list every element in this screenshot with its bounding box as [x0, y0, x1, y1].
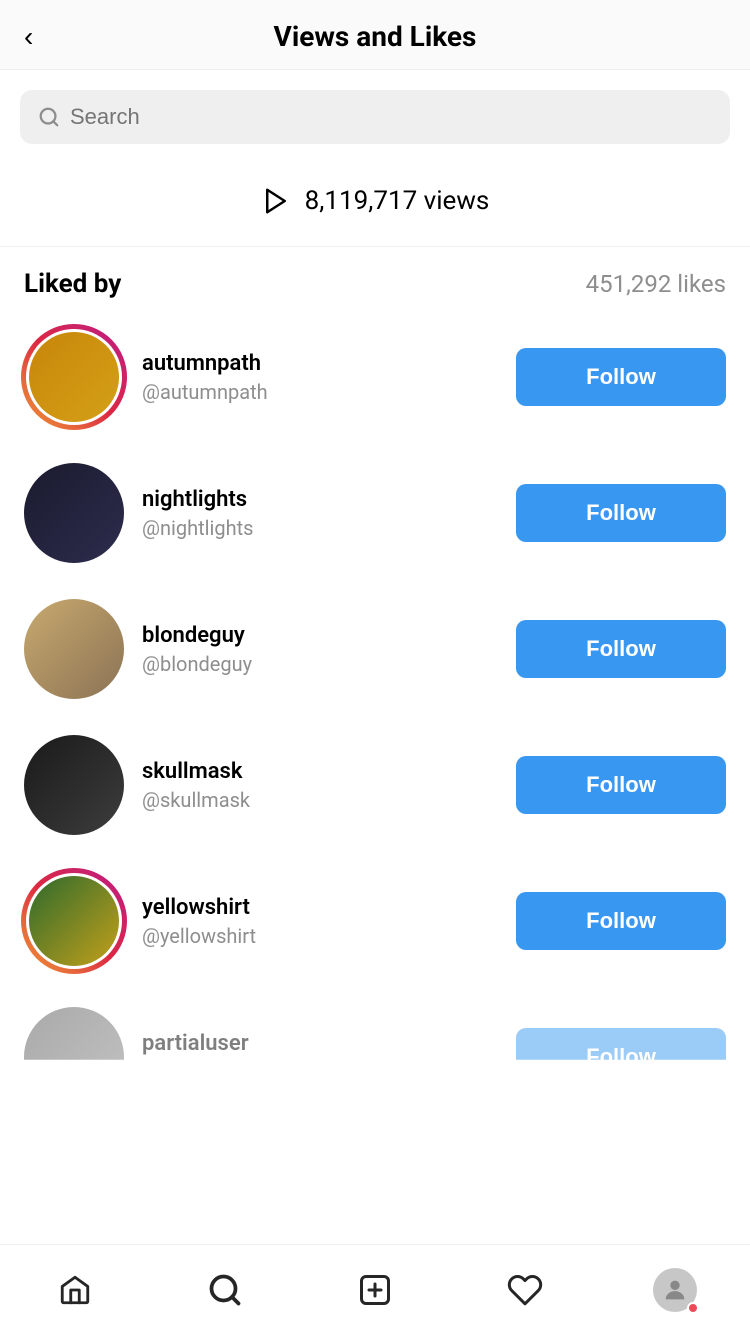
views-section: 8,119,717 views	[0, 154, 750, 246]
username: skullmask	[142, 759, 250, 784]
follow-button[interactable]: Follow	[516, 756, 726, 814]
user-handle: @blondeguy	[142, 652, 252, 676]
follow-button[interactable]: Follow	[516, 892, 726, 950]
username: yellowshirt	[142, 895, 256, 920]
bottom-nav	[0, 1244, 750, 1334]
follow-button[interactable]: Follow	[516, 484, 726, 542]
user-handle: @yellowshirt	[142, 924, 256, 948]
avatar-image	[29, 332, 119, 422]
user-left: partialuser @partialuser	[24, 1007, 255, 1107]
user-left: nightlights @nightlights	[24, 463, 254, 563]
avatar[interactable]	[24, 599, 124, 699]
list-item: skullmask @skullmask Follow	[16, 717, 734, 853]
avatar-image	[29, 876, 119, 966]
follow-button[interactable]: Follow	[516, 620, 726, 678]
header: ‹ Views and Likes	[0, 0, 750, 70]
avatar-image	[24, 1007, 124, 1107]
user-info: yellowshirt @yellowshirt	[142, 895, 256, 948]
follow-button[interactable]: Follow	[516, 1028, 726, 1086]
nav-profile[interactable]	[600, 1245, 750, 1334]
user-left: skullmask @skullmask	[24, 735, 250, 835]
user-left: yellowshirt @yellowshirt	[24, 871, 256, 971]
avatar-image	[24, 735, 124, 835]
nav-home[interactable]	[0, 1245, 150, 1334]
user-info: partialuser @partialuser	[142, 1031, 255, 1084]
avatar[interactable]	[24, 327, 124, 427]
list-item: partialuser @partialuser Follow	[16, 989, 734, 1107]
avatar[interactable]	[24, 735, 124, 835]
search-input[interactable]	[70, 104, 712, 130]
notification-dot	[687, 1302, 699, 1314]
avatar[interactable]	[24, 1007, 124, 1107]
user-list: autumnpath @autumnpath Follow nightlight…	[0, 309, 750, 1107]
search-nav-icon	[207, 1272, 243, 1308]
username: blondeguy	[142, 623, 252, 648]
user-handle: @partialuser	[142, 1060, 255, 1084]
add-icon	[357, 1272, 393, 1308]
user-info: autumnpath @autumnpath	[142, 351, 268, 404]
search-bar	[20, 90, 730, 144]
user-info: skullmask @skullmask	[142, 759, 250, 812]
user-info: nightlights @nightlights	[142, 487, 254, 540]
profile-icon	[653, 1268, 697, 1312]
avatar[interactable]	[24, 463, 124, 563]
avatar[interactable]	[24, 871, 124, 971]
home-icon	[58, 1273, 92, 1307]
user-left: autumnpath @autumnpath	[24, 327, 268, 427]
search-container	[0, 70, 750, 154]
likes-count: 451,292 likes	[586, 270, 726, 298]
nav-activity[interactable]	[450, 1245, 600, 1334]
avatar-image	[24, 463, 124, 563]
list-item: yellowshirt @yellowshirt Follow	[16, 853, 734, 989]
user-info: blondeguy @blondeguy	[142, 623, 252, 676]
nav-add[interactable]	[300, 1245, 450, 1334]
user-handle: @autumnpath	[142, 380, 268, 404]
views-count: 8,119,717 views	[305, 186, 490, 216]
back-button[interactable]: ‹	[24, 23, 33, 51]
username: autumnpath	[142, 351, 268, 376]
heart-icon	[507, 1272, 543, 1308]
play-icon	[261, 186, 291, 216]
liked-by-header: Liked by 451,292 likes	[0, 247, 750, 309]
follow-button[interactable]: Follow	[516, 348, 726, 406]
username: nightlights	[142, 487, 254, 512]
user-handle: @nightlights	[142, 516, 254, 540]
user-handle: @skullmask	[142, 788, 250, 812]
avatar-image	[24, 599, 124, 699]
list-item: autumnpath @autumnpath Follow	[16, 309, 734, 445]
search-icon	[38, 106, 60, 128]
list-item: nightlights @nightlights Follow	[16, 445, 734, 581]
list-item: blondeguy @blondeguy Follow	[16, 581, 734, 717]
page-title: Views and Likes	[274, 20, 477, 53]
username: partialuser	[142, 1031, 255, 1056]
liked-by-label: Liked by	[24, 269, 121, 299]
user-left: blondeguy @blondeguy	[24, 599, 252, 699]
nav-search[interactable]	[150, 1245, 300, 1334]
